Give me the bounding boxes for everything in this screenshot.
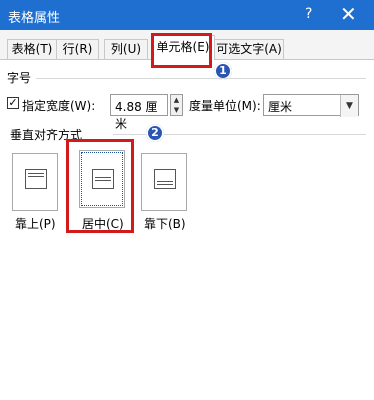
tab-alt-text[interactable]: 可选文字(A) xyxy=(214,39,284,59)
specify-width-checkbox[interactable]: ✓ xyxy=(7,97,19,109)
align-bottom-label[interactable]: 靠下(B) xyxy=(144,215,186,232)
tab-table[interactable]: 表格(T) xyxy=(7,39,57,59)
align-top-button[interactable] xyxy=(12,153,58,211)
badge-2: 2 xyxy=(146,124,164,142)
tab-row[interactable]: 行(R) xyxy=(56,39,99,59)
align-bottom-icon xyxy=(154,169,176,189)
align-bottom-button[interactable] xyxy=(141,153,187,211)
size-section-label: 字号 xyxy=(7,71,32,85)
align-top-icon xyxy=(25,169,47,189)
measure-unit-select[interactable]: 厘米 ▼ xyxy=(263,94,359,117)
width-spinner[interactable]: ▲ ▼ xyxy=(170,94,183,116)
window-title: 表格属性 xyxy=(8,11,61,26)
align-top-label[interactable]: 靠上(P) xyxy=(15,215,56,232)
measure-unit-value: 厘米 xyxy=(268,100,293,114)
measure-unit-label: 度量单位(M): xyxy=(189,99,261,113)
highlight-cell-tab xyxy=(151,33,212,68)
title-bar: 表格属性 ? ✕ xyxy=(0,0,374,30)
spin-down-icon[interactable]: ▼ xyxy=(171,105,182,115)
tab-column[interactable]: 列(U) xyxy=(104,39,148,59)
width-input[interactable]: 4.88 厘米 xyxy=(110,94,168,131)
size-section-rule xyxy=(36,78,366,79)
chevron-down-icon[interactable]: ▼ xyxy=(340,95,358,117)
spin-up-icon[interactable]: ▲ xyxy=(171,95,182,105)
highlight-center-align xyxy=(66,139,134,233)
check-mark-icon: ✓ xyxy=(8,96,18,109)
close-button[interactable]: ✕ xyxy=(340,2,357,26)
specify-width-label: 指定宽度(W): xyxy=(22,99,96,113)
help-button[interactable]: ? xyxy=(305,6,312,22)
